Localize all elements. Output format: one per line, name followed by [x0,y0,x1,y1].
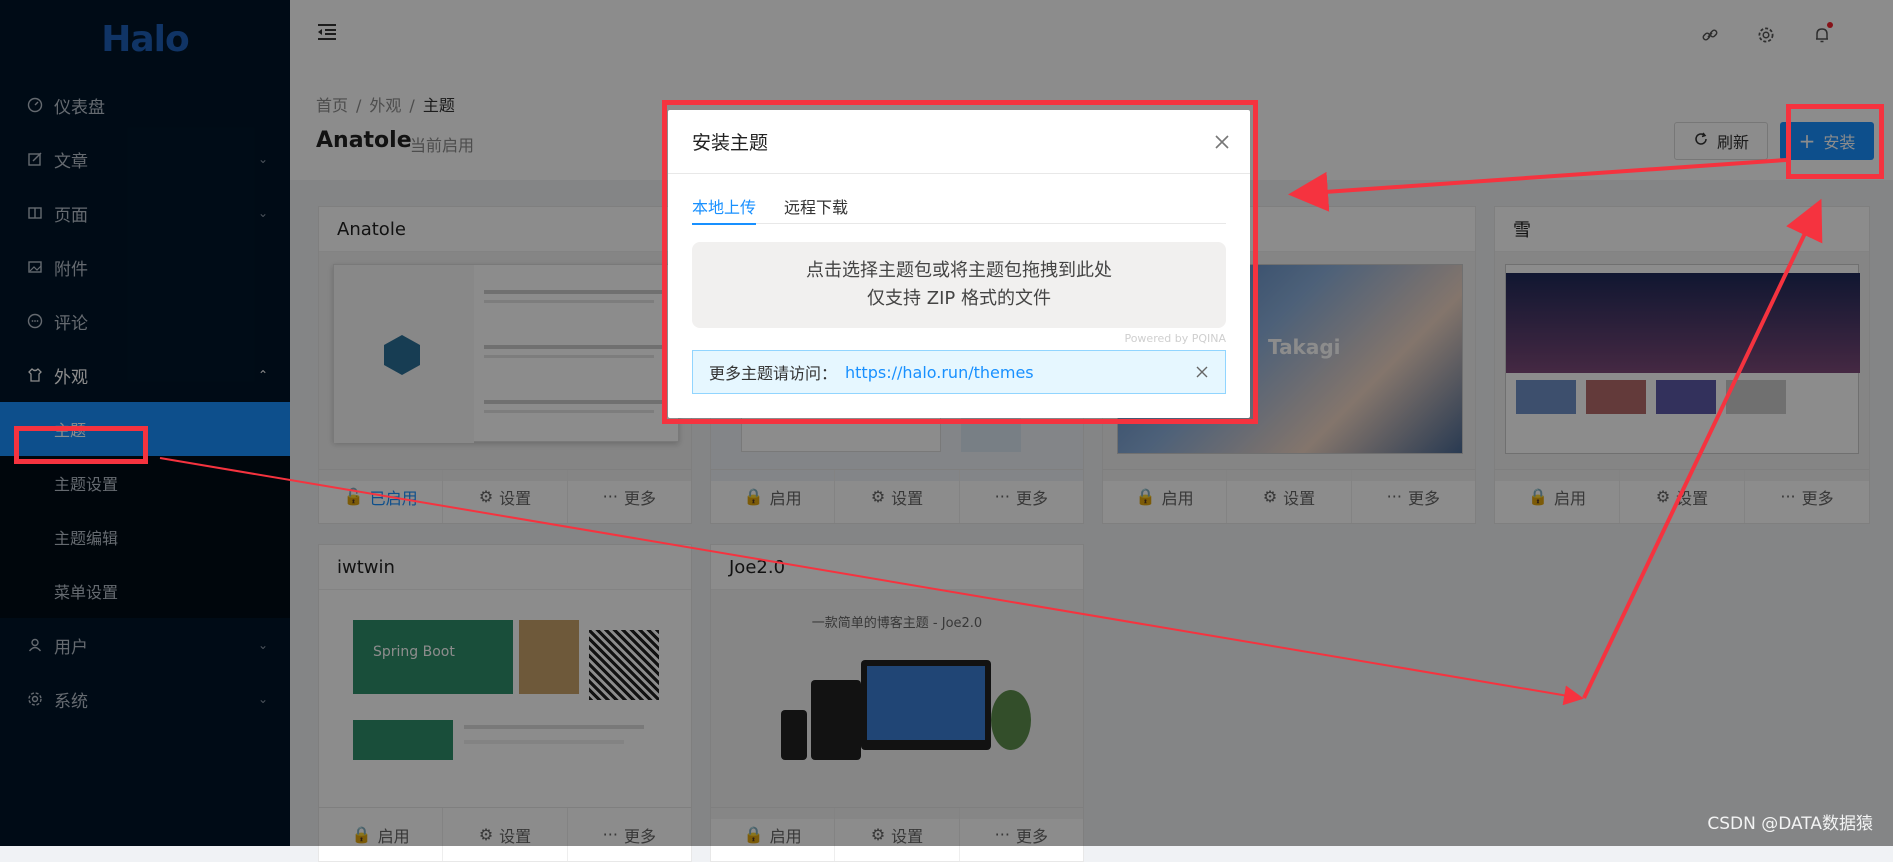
annotation-arrows [159,158,1823,706]
watermark: CSDN @DATA数据猿 [1707,814,1873,834]
